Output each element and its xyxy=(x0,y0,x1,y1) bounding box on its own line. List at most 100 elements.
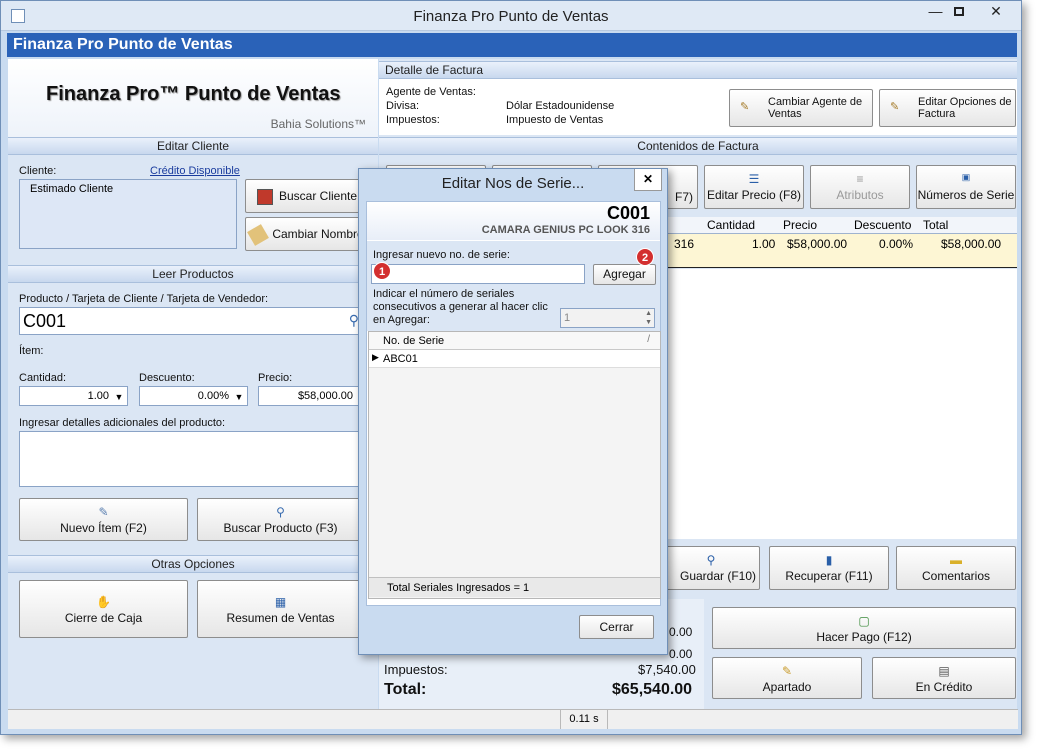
detalles-textarea[interactable] xyxy=(19,431,364,487)
handshake-icon: ✋ xyxy=(96,595,111,609)
credito-disponible-link[interactable]: Crédito Disponible xyxy=(150,165,240,177)
brand-panel: Finanza Pro™ Punto de Ventas Bahia Solut… xyxy=(8,59,378,137)
totals-fragment-1: 0.00 xyxy=(669,625,693,639)
maximize-icon xyxy=(954,7,964,16)
dialog-product-header: C001 CAMARA GENIUS PC LOOK 316 xyxy=(367,202,660,240)
serial-value: ABC01 xyxy=(383,353,418,365)
barcode-icon: ☰ xyxy=(748,172,760,186)
numeros-serie-button[interactable]: ▣ Números de Serie xyxy=(916,165,1016,209)
status-bar: 0.11 s xyxy=(8,709,1018,729)
serial-input[interactable] xyxy=(371,264,585,284)
consec-spinner[interactable]: 1 ▲ ▼ xyxy=(560,308,655,328)
cambiar-nombre-button[interactable]: Cambiar Nombre xyxy=(245,217,369,251)
guardar-button[interactable]: ⚲ Guardar (F10) xyxy=(662,546,760,590)
attributes-icon: ≡ xyxy=(856,172,864,186)
editar-serie-dialog: Editar Nos de Serie... ✕ C001 CAMARA GEN… xyxy=(358,168,668,655)
row-cantidad: 1.00 xyxy=(752,237,776,251)
step-1-badge: 1 xyxy=(373,262,391,280)
consec-label: Indicar el número de seriales consecutiv… xyxy=(373,288,548,326)
precio-label: Precio: xyxy=(258,372,293,384)
editar-opciones-button[interactable]: ✎ Editar Opciones de Factura xyxy=(879,89,1016,127)
close-button[interactable]: ✕ xyxy=(977,1,1015,22)
precio-input[interactable]: $58,000.00 xyxy=(258,386,364,406)
recuperar-button[interactable]: ▮ Recuperar (F11) xyxy=(769,546,889,590)
row-desc-fragment: 316 xyxy=(674,237,695,251)
elapsed-time: 0.11 s xyxy=(560,710,608,729)
editar-precio-label: Editar Precio (F8) xyxy=(706,188,802,202)
comentarios-button[interactable]: ▬ Comentarios xyxy=(896,546,1016,590)
atributos-button[interactable]: ≡ Atributos xyxy=(810,165,910,209)
impuestos-total-label: Impuestos: xyxy=(384,662,448,677)
money-icon: ▢ xyxy=(858,614,870,628)
col-descuento: Descuento xyxy=(854,218,912,232)
descuento-input[interactable]: 0.00% ▼ xyxy=(139,386,248,406)
nuevo-item-label: Nuevo Ítem (F2) xyxy=(60,521,147,535)
cambiar-agente-label: Cambiar Agente de Ventas xyxy=(768,96,863,120)
serial-grid: No. de Serie / ▶ ABC01 Total Seriales In… xyxy=(368,331,661,599)
cantidad-label: Cantidad: xyxy=(19,372,67,384)
cliente-value: Estimado Cliente xyxy=(30,183,114,195)
row-selector-icon: ▶ xyxy=(372,352,379,362)
note-icon: ▬ xyxy=(950,553,962,567)
col-precio: Precio xyxy=(783,218,818,232)
serial-grid-header: No. de Serie / xyxy=(369,332,660,350)
impuestos-value: Impuesto de Ventas xyxy=(506,114,604,126)
chevron-down-icon[interactable]: ▼ xyxy=(113,390,125,404)
contenidos-heading: Contenidos de Factura xyxy=(379,137,1017,155)
window-title: Finanza Pro Punto de Ventas xyxy=(413,8,609,25)
contact-icon xyxy=(256,188,273,205)
col-total: Total xyxy=(923,218,949,232)
brand-title: Finanza Pro™ Punto de Ventas xyxy=(46,83,341,105)
chevron-down-icon[interactable]: ▼ xyxy=(233,390,245,404)
cambiar-nombre-label: Cambiar Nombre xyxy=(272,227,364,241)
apartado-label: Apartado xyxy=(762,680,812,694)
dialog-close-button[interactable]: ✕ xyxy=(634,169,662,191)
cambiar-agente-button[interactable]: ✎ Cambiar Agente de Ventas xyxy=(729,89,873,127)
divisa-value: Dólar Estadounidense xyxy=(506,100,615,112)
brush-icon: ✎ xyxy=(890,101,900,113)
producto-value: C001 xyxy=(23,311,67,331)
buscar-cliente-button[interactable]: Buscar Cliente xyxy=(245,179,369,213)
total-label: Total: xyxy=(384,681,427,698)
pin-icon: ⚲ xyxy=(706,553,716,567)
cliente-label: Cliente: xyxy=(19,165,57,177)
guardar-label: Guardar (F10) xyxy=(679,569,757,583)
cerrar-button[interactable]: Cerrar xyxy=(579,615,654,639)
serial-grid-footer: Total Seriales Ingresados = 1 xyxy=(369,577,660,597)
buscar-cliente-label: Buscar Cliente xyxy=(278,189,358,203)
descuento-value: 0.00% xyxy=(197,390,229,402)
dialog-product: CAMARA GENIUS PC LOOK 316 xyxy=(481,224,650,236)
table-row[interactable]: ▶ ABC01 xyxy=(369,350,660,368)
nuevo-item-button[interactable]: ✎ Nuevo Ítem (F2) xyxy=(19,498,188,541)
consec-value: 1 xyxy=(564,312,571,324)
spinner-arrows-icon[interactable]: ▲ ▼ xyxy=(645,309,652,327)
divisa-label: Divisa: xyxy=(386,100,420,112)
cantidad-input[interactable]: 1.00 ▼ xyxy=(19,386,128,406)
en-credito-button[interactable]: ▤ En Crédito xyxy=(872,657,1016,699)
serial-col-header: No. de Serie xyxy=(383,335,445,347)
apartado-button[interactable]: ✎ Apartado xyxy=(712,657,862,699)
buscar-producto-button[interactable]: ⚲ Buscar Producto (F3) xyxy=(197,498,364,541)
maximize-button[interactable] xyxy=(941,1,977,22)
agregar-button[interactable]: Agregar xyxy=(593,264,656,285)
atributos-label: Atributos xyxy=(836,188,884,202)
editar-precio-button[interactable]: ☰ Editar Precio (F8) xyxy=(704,165,804,209)
leer-productos-heading: Leer Productos xyxy=(8,265,378,283)
cliente-field[interactable]: Estimado Cliente xyxy=(19,179,237,249)
title-bar: Finanza Pro Punto de Ventas — ✕ xyxy=(1,1,1021,31)
f7-fragment: F7) xyxy=(675,190,693,204)
hacer-pago-label: Hacer Pago (F12) xyxy=(816,630,912,644)
sort-icon[interactable]: / xyxy=(647,334,650,345)
brand-subtitle: Bahia Solutions™ xyxy=(270,117,366,131)
left-pane: Finanza Pro™ Punto de Ventas Bahia Solut… xyxy=(8,59,378,709)
cierre-caja-button[interactable]: ✋ Cierre de Caja xyxy=(19,580,188,638)
eraser-icon: ✎ xyxy=(98,505,109,519)
brush-icon: ✎ xyxy=(740,101,750,113)
resumen-ventas-button[interactable]: ▦ Resumen de Ventas xyxy=(197,580,364,638)
editar-cliente-heading: Editar Cliente xyxy=(8,137,378,155)
buscar-producto-label: Buscar Producto (F3) xyxy=(223,521,338,535)
hacer-pago-button[interactable]: ▢ Hacer Pago (F12) xyxy=(712,607,1016,649)
total-seriales: Total Seriales Ingresados = 1 xyxy=(387,582,530,594)
dialog-code: C001 xyxy=(606,203,650,223)
producto-input[interactable]: C001 ⚲ xyxy=(19,307,364,335)
